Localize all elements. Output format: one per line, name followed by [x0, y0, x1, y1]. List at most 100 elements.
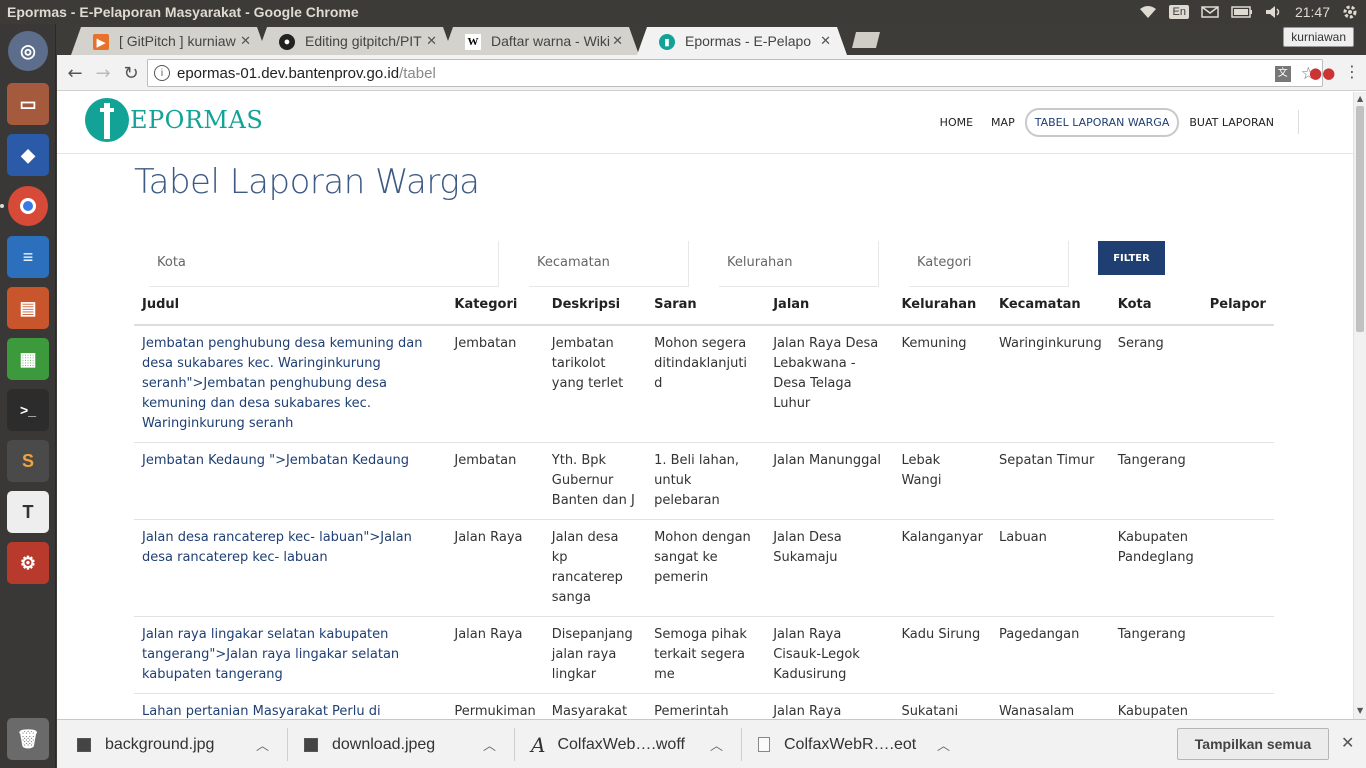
main-nav: HOME MAP TABEL LAPORAN WARGA BUAT LAPORA…: [930, 107, 1323, 137]
nav-tabel-laporan-warga[interactable]: TABEL LAPORAN WARGA: [1024, 107, 1180, 137]
close-icon[interactable]: ✕: [240, 33, 251, 49]
translate-icon[interactable]: 文: [1274, 66, 1291, 82]
chevron-up-icon[interactable]: ︿: [937, 735, 950, 754]
terminal-icon[interactable]: >_: [5, 387, 51, 433]
chevron-up-icon[interactable]: ︿: [710, 735, 723, 754]
close-icon[interactable]: ✕: [426, 33, 437, 49]
cell-kategori: Jembatan: [446, 442, 544, 520]
cell-kota: Serang: [1109, 325, 1202, 443]
tab-gitpitch[interactable]: ▶ [ GitPitch ] kurniaw ✕: [71, 27, 267, 55]
system-settings-icon[interactable]: ⚙: [5, 540, 51, 586]
download-item[interactable]: download.jpeg ︿: [304, 720, 510, 768]
settings-gear-icon[interactable]: [1342, 4, 1358, 20]
info-icon[interactable]: i: [154, 65, 170, 81]
new-tab-button[interactable]: [852, 32, 880, 48]
cell-kelurahan: Kalanganyar: [893, 519, 991, 617]
cell-pelapor: [1201, 616, 1274, 694]
column-header: Kelurahan: [893, 290, 991, 326]
tab-epormas[interactable]: ▮ Epormas - E-Pelapo ✕: [637, 27, 847, 55]
forward-arrow-icon[interactable]: →: [93, 63, 113, 84]
cell-kelurahan: Lebak Wangi: [893, 442, 991, 520]
cell-saran: Semoga pihak terkait segera me: [646, 616, 766, 694]
scroll-down-arrow-icon[interactable]: ▼: [1357, 706, 1363, 715]
font-file-icon: A: [531, 732, 546, 757]
cell-jalan: Jalan Raya Binuangeun-Malingping: [765, 693, 894, 719]
lighthouse-icon: [85, 98, 129, 142]
close-icon[interactable]: ✕: [1341, 733, 1354, 752]
epormas-icon: ▮: [659, 34, 675, 50]
kecamatan-filter-input[interactable]: Kecamatan: [529, 241, 689, 287]
download-bar: background.jpg ︿ download.jpeg ︿ A Colfa…: [57, 719, 1366, 768]
tab-github[interactable]: ● Editing gitpitch/PIT ✕: [257, 27, 453, 55]
column-header: Judul: [134, 290, 447, 326]
close-icon[interactable]: ✕: [820, 33, 831, 49]
nav-map[interactable]: MAP: [983, 110, 1023, 135]
column-header: Jalan: [765, 290, 894, 326]
reload-icon[interactable]: ↻: [121, 63, 141, 84]
table-row: Jalan desa rancaterep kec- labuan">Jalan…: [134, 519, 1274, 617]
keyboard-layout[interactable]: En: [1169, 5, 1189, 19]
cell-deskripsi: Jalan desa kp rancaterep sanga: [543, 519, 647, 617]
nav-home[interactable]: HOME: [932, 110, 981, 135]
close-icon[interactable]: ✕: [612, 33, 623, 49]
github-icon: ●: [279, 34, 295, 50]
site-logo[interactable]: EPORMAS: [85, 98, 263, 142]
tab-wikipedia[interactable]: W Daftar warna - Wiki ✕: [443, 27, 639, 55]
window-title: Epormas - E-Pelaporan Masyarakat - Googl…: [7, 4, 359, 20]
table-row: Jalan raya lingakar selatan kabupaten ta…: [134, 616, 1274, 694]
cell-kategori: Jalan Raya: [446, 616, 544, 694]
cell-deskripsi: Masyarakat masih kesulitan men: [543, 693, 647, 719]
kategori-filter-input[interactable]: Kategori: [909, 241, 1069, 287]
page-scrollbar[interactable]: ▲ ▼: [1353, 92, 1366, 719]
impress-icon[interactable]: ▤: [5, 285, 51, 331]
back-arrow-icon[interactable]: ←: [65, 63, 85, 84]
kota-filter-input[interactable]: Kota: [149, 241, 499, 287]
clock[interactable]: 21:47: [1295, 4, 1330, 20]
writer-icon[interactable]: ≡: [5, 234, 51, 280]
download-item[interactable]: A ColfaxWeb….woff ︿: [531, 720, 737, 768]
calc-icon[interactable]: ▦: [5, 336, 51, 382]
address-bar[interactable]: i epormas-01.dev.bantenprov.go.id/tabel …: [147, 59, 1323, 87]
filter-button[interactable]: FILTER: [1098, 241, 1165, 275]
report-title-link[interactable]: Jembatan penghubung desa kemuning dan de…: [134, 325, 447, 443]
column-header: Kecamatan: [990, 290, 1110, 326]
sublime-text-icon[interactable]: S: [5, 438, 51, 484]
remote-desktop-icon[interactable]: ◆: [5, 132, 51, 178]
volume-icon[interactable]: [1265, 5, 1283, 19]
download-item[interactable]: background.jpg ︿: [77, 720, 283, 768]
cell-kategori: Jalan Raya: [446, 519, 544, 617]
divider: [287, 728, 288, 761]
unity-launcher: ◎ ▭ ◆ ≡ ▤ ▦ >_ S T ⚙ 🗑: [0, 24, 56, 768]
cell-deskripsi: Yth. Bpk Gubernur Banten dan J: [543, 442, 647, 520]
mail-icon[interactable]: [1201, 6, 1219, 18]
show-all-downloads-button[interactable]: Tampilkan semua: [1177, 728, 1329, 760]
download-item[interactable]: ColfaxWebR….eot ︿: [758, 720, 964, 768]
cell-kecamatan: Sepatan Timur: [990, 442, 1110, 520]
ubuntu-dash-icon[interactable]: ◎: [5, 28, 51, 74]
cell-kota: Kabupaten Lebak: [1109, 693, 1202, 719]
chevron-up-icon[interactable]: ︿: [256, 735, 269, 754]
typora-icon[interactable]: T: [5, 489, 51, 535]
extension-icon[interactable]: ●●: [1309, 64, 1335, 82]
scrollbar-thumb[interactable]: [1356, 106, 1364, 332]
report-title-link[interactable]: Jalan raya lingakar selatan kabupaten ta…: [134, 616, 447, 694]
browser-window: ▶ [ GitPitch ] kurniaw ✕ ● Editing gitpi…: [57, 24, 1366, 768]
wifi-icon[interactable]: [1139, 5, 1157, 19]
url-host: epormas-01.dev.bantenprov.go.id: [177, 64, 400, 82]
chevron-up-icon[interactable]: ︿: [483, 735, 496, 754]
kelurahan-filter-input[interactable]: Kelurahan: [719, 241, 879, 287]
battery-icon[interactable]: [1231, 6, 1253, 18]
chrome-icon[interactable]: [5, 183, 51, 229]
cell-kecamatan: Pagedangan: [990, 616, 1110, 694]
report-title-link[interactable]: Jembatan Kedaung ">Jembatan Kedaung: [134, 442, 447, 520]
cell-deskripsi: Disepanjang jalan raya lingkar: [543, 616, 647, 694]
scroll-up-arrow-icon[interactable]: ▲: [1357, 94, 1363, 103]
menu-icon[interactable]: ⋮: [1344, 62, 1360, 81]
report-title-link[interactable]: Jalan desa rancaterep kec- labuan">Jalan…: [134, 519, 447, 617]
report-title-link[interactable]: Lahan pertanian Masyarakat Perlu di perh…: [134, 693, 447, 719]
system-tray: En 21:47: [1139, 0, 1358, 24]
files-icon[interactable]: ▭: [5, 81, 51, 127]
trash-icon[interactable]: 🗑: [5, 716, 51, 762]
nav-buat-laporan[interactable]: BUAT LAPORAN: [1181, 110, 1282, 135]
profile-button[interactable]: kurniawan: [1283, 27, 1354, 47]
